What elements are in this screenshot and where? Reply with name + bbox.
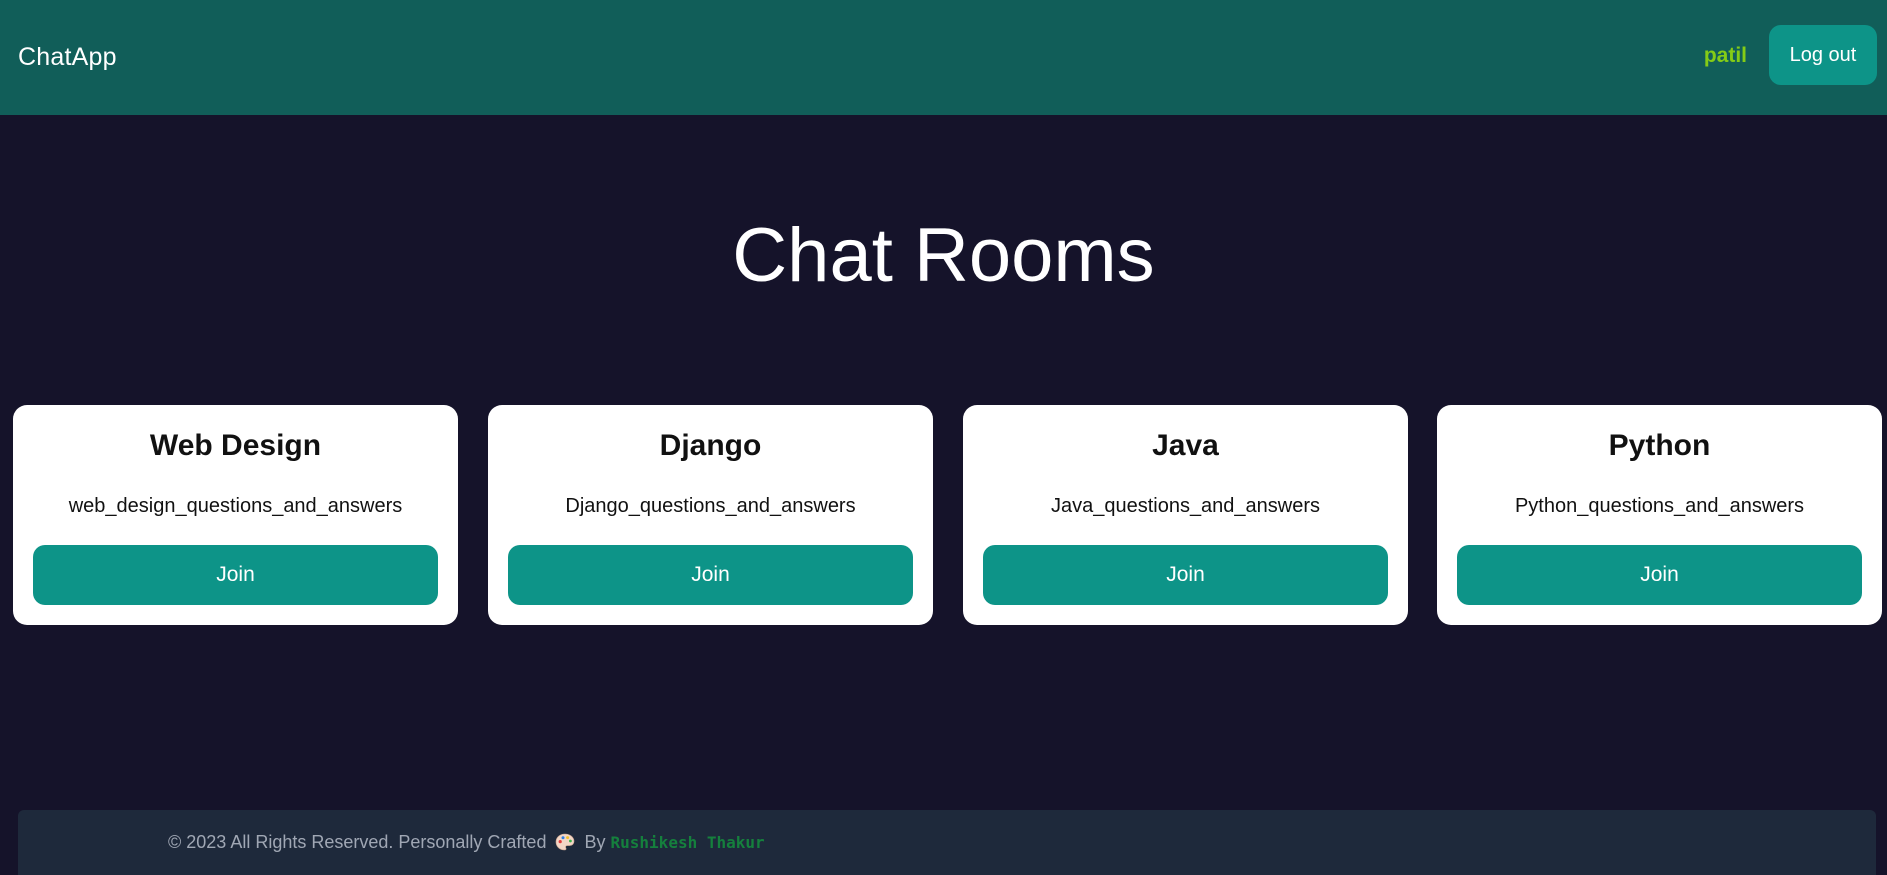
room-title: Java <box>1152 429 1219 462</box>
room-card-java: Java Java_questions_and_answers Join <box>963 405 1408 625</box>
room-slug: Java_questions_and_answers <box>1050 495 1321 517</box>
logout-button[interactable]: Log out <box>1769 25 1877 85</box>
footer-text-line: © 2023 All Rights Reserved. Personally C… <box>168 832 765 853</box>
room-title: Web Design <box>149 429 322 462</box>
room-card-web-design: Web Design web_design_questions_and_answ… <box>13 405 458 625</box>
join-button-django[interactable]: Join <box>508 545 913 605</box>
join-button-java[interactable]: Join <box>983 545 1388 605</box>
room-list: Web Design web_design_questions_and_answ… <box>13 405 1882 625</box>
footer: © 2023 All Rights Reserved. Personally C… <box>18 810 1876 875</box>
username-label: patil <box>1703 44 1747 67</box>
room-card-python: Python Python_questions_and_answers Join <box>1437 405 1882 625</box>
page-title: Chat Rooms <box>732 213 1155 298</box>
room-slug: Django_questions_and_answers <box>565 495 856 517</box>
author-link[interactable]: Rushikesh Thakur <box>611 833 765 852</box>
palette-icon <box>555 833 575 851</box>
room-slug: Python_questions_and_answers <box>1514 495 1805 517</box>
by-text: By <box>584 832 606 852</box>
navbar: ChatApp patil Log out <box>0 0 1887 115</box>
join-button-python[interactable]: Join <box>1457 545 1862 605</box>
brand-link[interactable]: ChatApp <box>18 43 117 72</box>
room-slug: web_design_questions_and_answers <box>68 495 403 517</box>
copyright-text: © 2023 All Rights Reserved. Personally C… <box>168 832 547 852</box>
join-button-web-design[interactable]: Join <box>33 545 438 605</box>
room-card-django: Django Django_questions_and_answers Join <box>488 405 933 625</box>
room-title: Python <box>1608 429 1711 462</box>
room-title: Django <box>659 429 762 462</box>
